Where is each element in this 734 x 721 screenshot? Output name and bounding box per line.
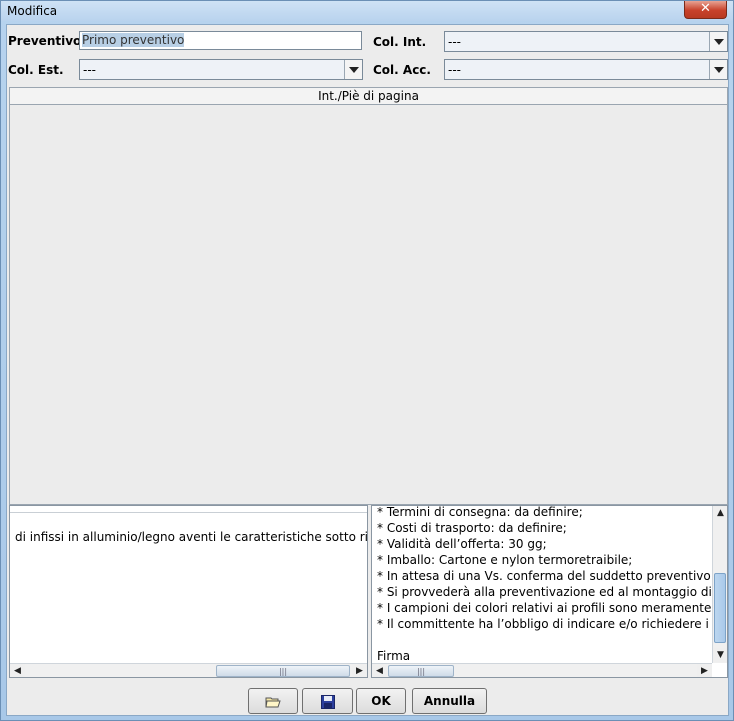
right-text-line: * Costi di trasporto: da definire;: [377, 521, 567, 535]
title-bar[interactable]: Modifica ✕: [1, 1, 733, 21]
col-int-label: Col. Int.: [373, 35, 427, 49]
left-text-area[interactable]: di infissi in alluminio/legno aventi le …: [9, 505, 368, 678]
scroll-thumb[interactable]: |||: [388, 665, 454, 677]
right-text-line: * In attesa di una Vs. conferma del sudd…: [377, 569, 728, 583]
right-text-line: * I campioni dei colori relativi ai prof…: [377, 601, 728, 615]
col-est-combo[interactable]: ---: [79, 59, 363, 80]
col-est-value: ---: [83, 63, 96, 77]
scroll-thumb[interactable]: [714, 573, 726, 643]
col-acc-value: ---: [448, 63, 461, 77]
dialog-window: Modifica ✕ Preventivo Primo preventivo C…: [0, 0, 734, 721]
right-text-line: Firma: [377, 649, 411, 663]
window-title: Modifica: [7, 4, 58, 18]
chevron-down-icon[interactable]: [709, 60, 727, 79]
right-text-line: * Imballo: Cartone e nylon termoretraibi…: [377, 553, 633, 567]
open-button[interactable]: [248, 688, 298, 714]
col-int-value: ---: [448, 35, 461, 49]
chevron-down-icon[interactable]: [709, 32, 727, 51]
right-text-line: * Termini di consegna: da definire;: [377, 505, 583, 519]
right-text-line: * Si provvederà alla preventivazione ed …: [377, 585, 728, 599]
left-horizontal-scrollbar[interactable]: ◀ ||| ▶: [10, 663, 367, 677]
right-text-line: * Il committente ha l’obbligo di indicar…: [377, 617, 728, 631]
preventivo-label: Preventivo: [8, 34, 82, 48]
divider: [10, 512, 367, 513]
left-text-line: di infissi in alluminio/legno aventi le …: [15, 530, 368, 544]
preventivo-input[interactable]: Primo preventivo: [79, 31, 362, 50]
cancel-button[interactable]: Annulla: [412, 688, 487, 714]
scroll-left-icon[interactable]: ◀: [372, 664, 387, 677]
preventivo-value: Primo preventivo: [82, 33, 185, 47]
panel-header: Int./Piè di pagina: [10, 88, 727, 105]
header-footer-panel: Int./Piè di pagina: [9, 87, 728, 505]
scroll-right-icon[interactable]: ▶: [697, 664, 712, 677]
col-est-label: Col. Est.: [8, 63, 64, 77]
right-text-line: * Validità dell’offerta: 30 gg;: [377, 537, 547, 551]
scroll-up-icon[interactable]: ▲: [713, 506, 727, 520]
scroll-down-icon[interactable]: ▼: [713, 648, 727, 662]
right-vertical-scrollbar[interactable]: ▲ ▼: [712, 506, 727, 663]
close-icon: ✕: [700, 1, 711, 16]
col-int-combo[interactable]: ---: [444, 31, 728, 52]
chevron-down-icon[interactable]: [344, 60, 362, 79]
col-acc-combo[interactable]: ---: [444, 59, 728, 80]
dialog-content: Preventivo Primo preventivo Col. Int. --…: [6, 24, 729, 716]
folder-icon: [265, 697, 281, 707]
right-horizontal-scrollbar[interactable]: ◀ ||| ▶: [372, 663, 712, 677]
scroll-thumb[interactable]: |||: [216, 665, 350, 677]
right-text-area[interactable]: * Termini di consegna: da definire; * Co…: [371, 505, 728, 678]
scroll-left-icon[interactable]: ◀: [10, 664, 25, 677]
ok-button[interactable]: OK: [356, 688, 406, 714]
close-button[interactable]: ✕: [684, 1, 727, 19]
col-acc-label: Col. Acc.: [373, 63, 431, 77]
save-button[interactable]: [302, 688, 353, 714]
scroll-right-icon[interactable]: ▶: [352, 664, 367, 677]
floppy-disk-icon: [320, 694, 335, 709]
